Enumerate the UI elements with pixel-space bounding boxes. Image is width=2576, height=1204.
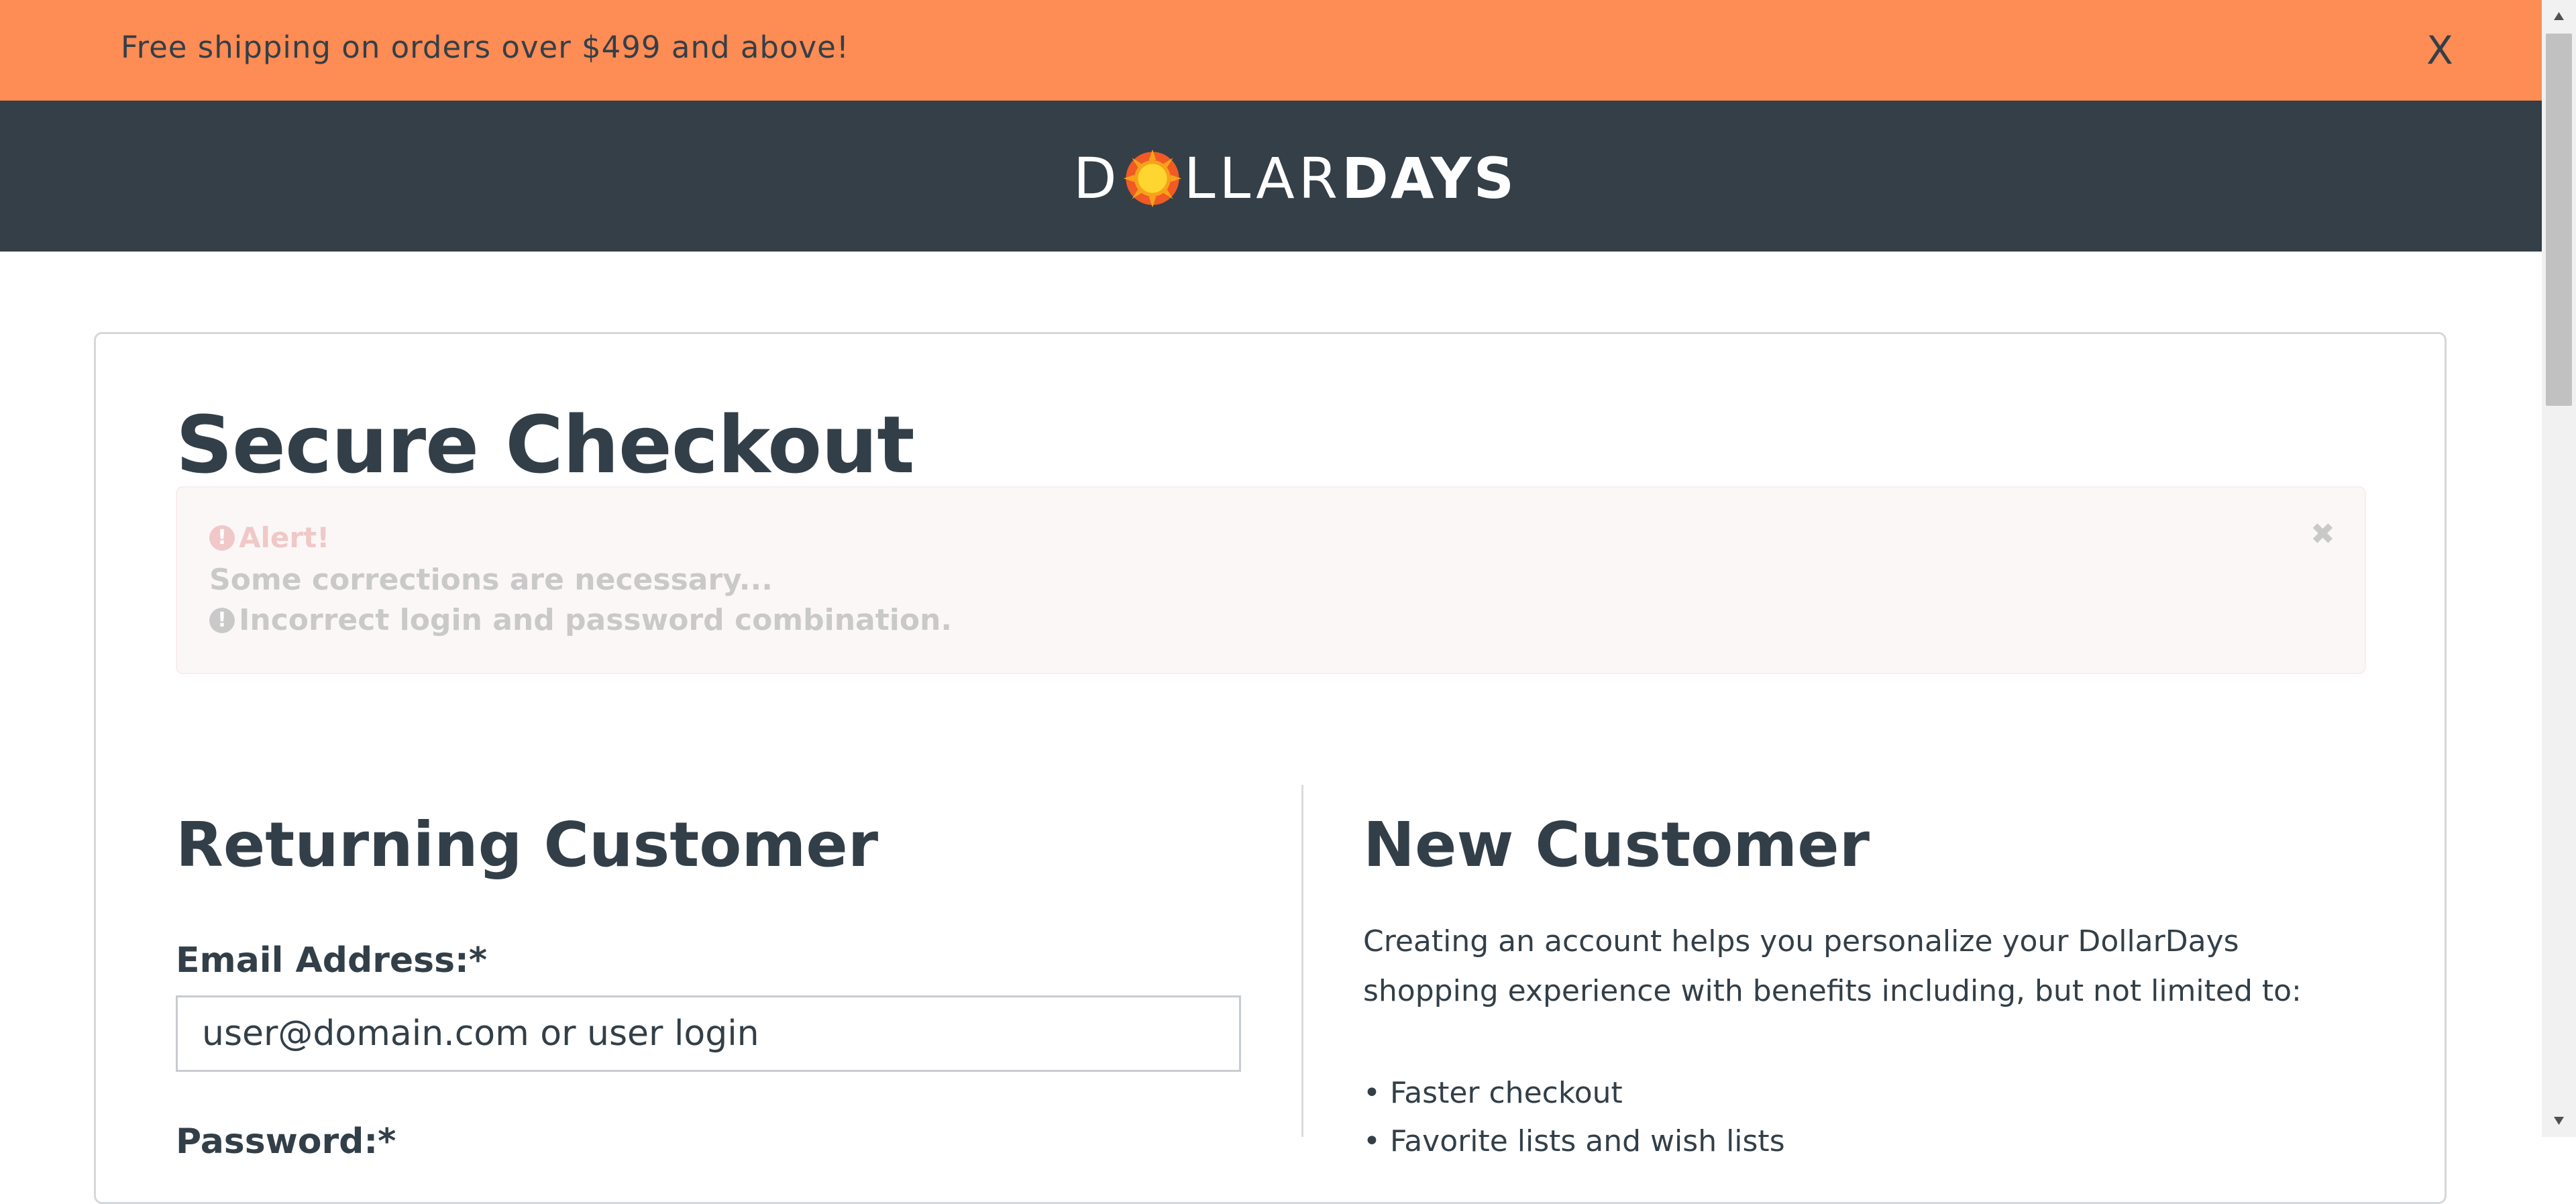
alert-box: ! Alert! Some corrections are necessary.… bbox=[176, 486, 2366, 674]
close-icon[interactable]: ✖ bbox=[2310, 517, 2335, 551]
alert-title: ! Alert! bbox=[209, 521, 329, 554]
alert-error: ! Incorrect login and password combinati… bbox=[209, 603, 952, 637]
logo-text-days: DAYS bbox=[1342, 146, 1517, 211]
page-scrollbar[interactable] bbox=[2542, 0, 2576, 1137]
site-header: D LLAR DAYS bbox=[0, 101, 2542, 252]
password-label: Password:* bbox=[176, 1121, 396, 1162]
returning-customer-title: Returning Customer bbox=[176, 809, 879, 881]
new-customer-title: New Customer bbox=[1363, 809, 1870, 881]
scrollbar-thumb[interactable] bbox=[2546, 34, 2572, 406]
benefit-item: • Faster checkout bbox=[1363, 1076, 1623, 1110]
email-label: Email Address:* bbox=[176, 940, 488, 981]
new-customer-description: Creating an account helps you personaliz… bbox=[1363, 924, 2302, 1008]
column-divider bbox=[1301, 785, 1303, 1137]
logo-text-d: D bbox=[1073, 146, 1121, 211]
page-title: Secure Checkout bbox=[176, 398, 915, 491]
alert-title-text: Alert! bbox=[239, 521, 330, 554]
promo-text: Free shipping on orders over $499 and ab… bbox=[121, 30, 849, 65]
exclamation-circle-icon: ! bbox=[209, 525, 235, 551]
email-field[interactable] bbox=[176, 995, 1241, 1072]
promo-bar: Free shipping on orders over $499 and ab… bbox=[0, 0, 2542, 101]
alert-error-text: Incorrect login and password combination… bbox=[239, 603, 953, 637]
promo-close-button[interactable]: X bbox=[2423, 27, 2457, 74]
dollardays-logo[interactable]: D LLAR DAYS bbox=[1073, 146, 1516, 211]
exclamation-circle-icon: ! bbox=[209, 607, 235, 633]
alert-message: Some corrections are necessary... bbox=[209, 563, 773, 597]
logo-text-llar: LLAR bbox=[1183, 146, 1342, 211]
scroll-down-arrow-icon[interactable] bbox=[2542, 1103, 2576, 1137]
scroll-up-arrow-icon[interactable] bbox=[2542, 0, 2576, 34]
sun-icon bbox=[1123, 149, 1181, 208]
benefit-item: • Favorite lists and wish lists bbox=[1363, 1124, 1785, 1158]
